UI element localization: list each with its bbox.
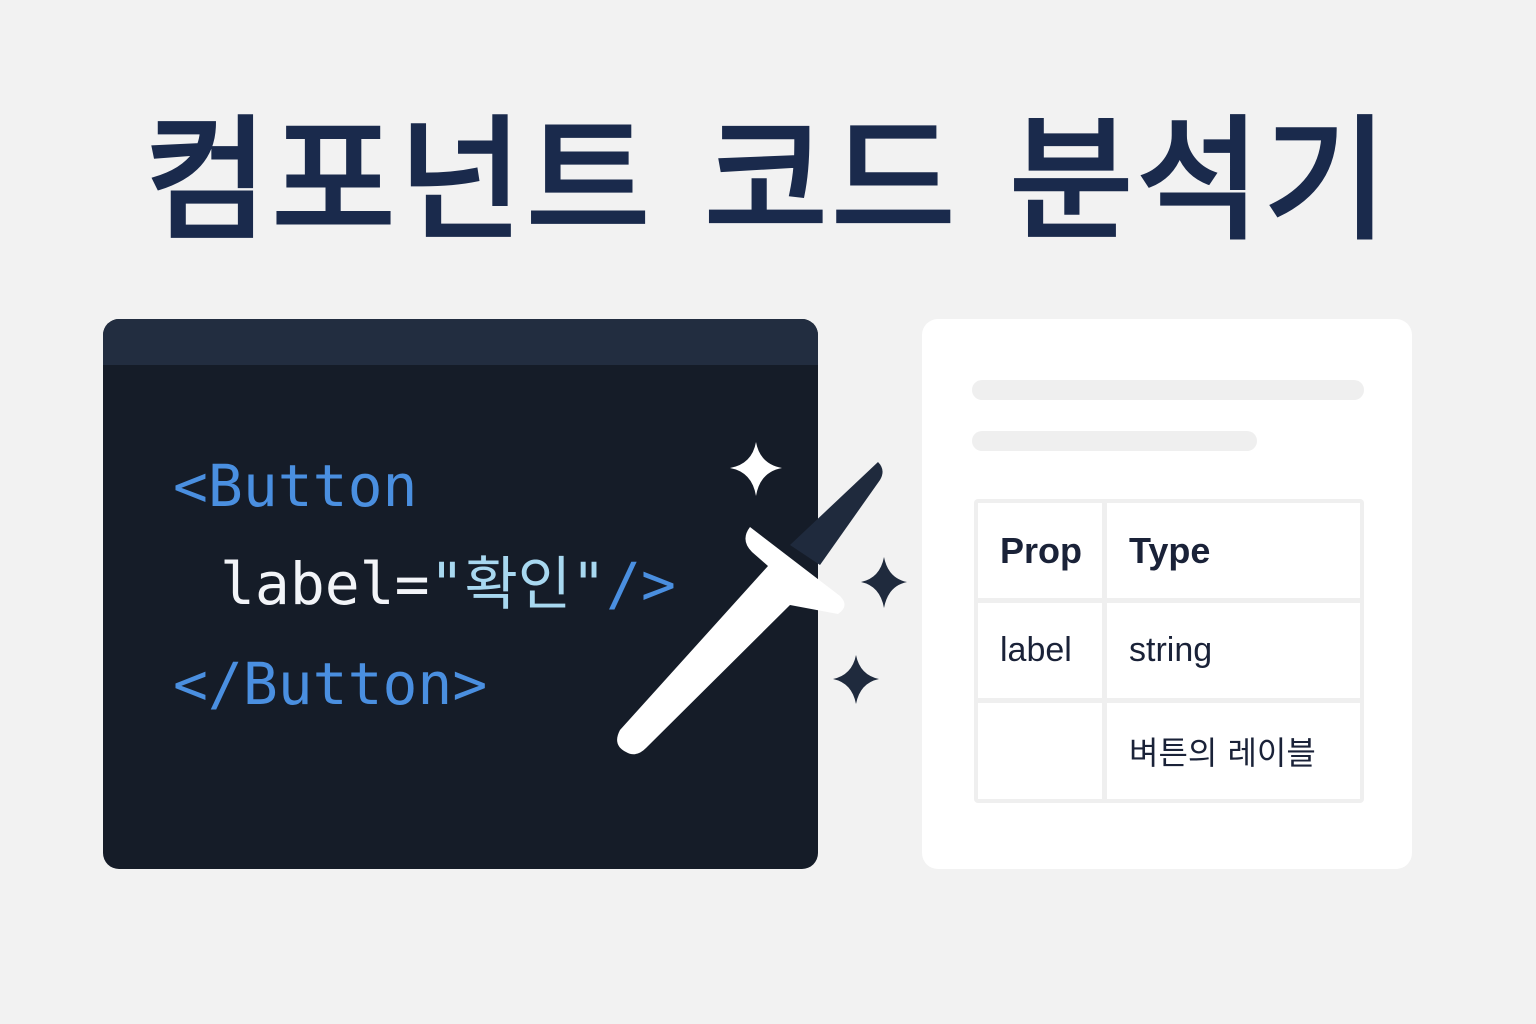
sparkle-icon [730,442,782,496]
code-open-tag: <Button [173,452,418,520]
table-cell: 벼튼의 레이블 [1107,703,1360,799]
code-close-tag: </Button> [173,650,488,718]
page-title: 컴포넌트 코드 분석기 [144,103,1392,259]
magic-wand-icon [617,442,907,755]
props-table: Prop Type label string 벼튼의 레이블 [974,499,1364,803]
wand-body [617,527,845,755]
table-cell: string [1107,603,1360,698]
code-line-3: </Button> [173,655,487,713]
table-header-type: Type [1107,503,1360,598]
table-cell: label [978,603,1102,698]
code-line-1: <Button [173,457,417,515]
sparkle-icon [833,655,879,704]
editor-title-bar [103,319,818,365]
code-equals: = [394,550,430,618]
skeleton-line [972,431,1257,451]
analysis-panel: Prop Type label string 벼튼의 레이블 [922,319,1412,869]
code-string: "확인" [429,550,607,618]
table-header-prop: Prop [978,503,1102,598]
sparkle-icon [861,557,907,608]
table-cell [978,703,1102,799]
code-attribute: label [220,550,395,618]
wand-tip [790,462,883,565]
skeleton-line [972,380,1364,400]
